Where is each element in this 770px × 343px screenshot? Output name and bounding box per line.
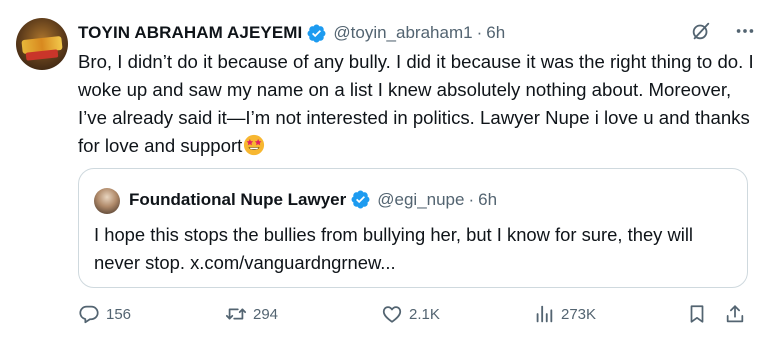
grok-icon[interactable]	[690, 20, 712, 42]
handle[interactable]: @toyin_abraham1	[333, 23, 472, 43]
quoted-header: Foundational Nupe Lawyer @egi_nupe · 6h	[129, 189, 497, 210]
separator-dot: ·	[476, 23, 483, 42]
views-button[interactable]: 273K	[533, 303, 596, 325]
like-button[interactable]: 2.1K	[381, 303, 440, 325]
separator-dot: ·	[468, 189, 475, 209]
like-icon	[382, 306, 402, 323]
like-count: 2.1K	[409, 305, 440, 323]
tweet-body: Bro, I didn’t do it because of any bully…	[78, 51, 754, 156]
tweet-top-actions	[690, 20, 756, 42]
quoted-display-name[interactable]: Foundational Nupe Lawyer	[129, 190, 346, 210]
action-bar: 156 294 2.1K 273K	[78, 303, 748, 333]
display-name[interactable]: TOYIN ABRAHAM AJEYEMI	[78, 23, 302, 43]
share-icon	[726, 305, 744, 323]
bookmark-icon	[690, 305, 704, 323]
verified-badge-icon[interactable]	[350, 189, 371, 210]
quoted-avatar[interactable]	[94, 188, 120, 214]
quoted-handle[interactable]: @egi_nupe	[377, 190, 464, 210]
bookmark-button[interactable]	[686, 303, 708, 325]
star-struck-emoji	[243, 134, 265, 156]
avatar[interactable]	[16, 18, 68, 70]
more-icon[interactable]	[734, 20, 756, 42]
share-button[interactable]	[724, 303, 746, 325]
tweet-text: Bro, I didn’t do it because of any bully…	[78, 48, 758, 160]
verified-badge-icon[interactable]	[306, 23, 327, 44]
reply-count: 156	[106, 305, 132, 323]
tweet-header: TOYIN ABRAHAM AJEYEMI @toyin_abraham1 · …	[78, 21, 690, 45]
reply-button[interactable]: 156	[78, 303, 131, 325]
quoted-text: I hope this stops the bullies from bully…	[94, 224, 694, 273]
reply-icon	[79, 305, 99, 324]
retweet-count: 294	[253, 305, 279, 323]
quoted-timestamp[interactable]: 6h	[478, 190, 497, 210]
views-icon	[536, 305, 553, 323]
views-count: 273K	[561, 305, 597, 323]
retweet-button[interactable]: 294	[225, 303, 278, 325]
quoted-tweet[interactable]: Foundational Nupe Lawyer @egi_nupe · 6h …	[78, 168, 748, 288]
retweet-icon	[225, 308, 247, 320]
timestamp[interactable]: 6h	[486, 23, 505, 43]
